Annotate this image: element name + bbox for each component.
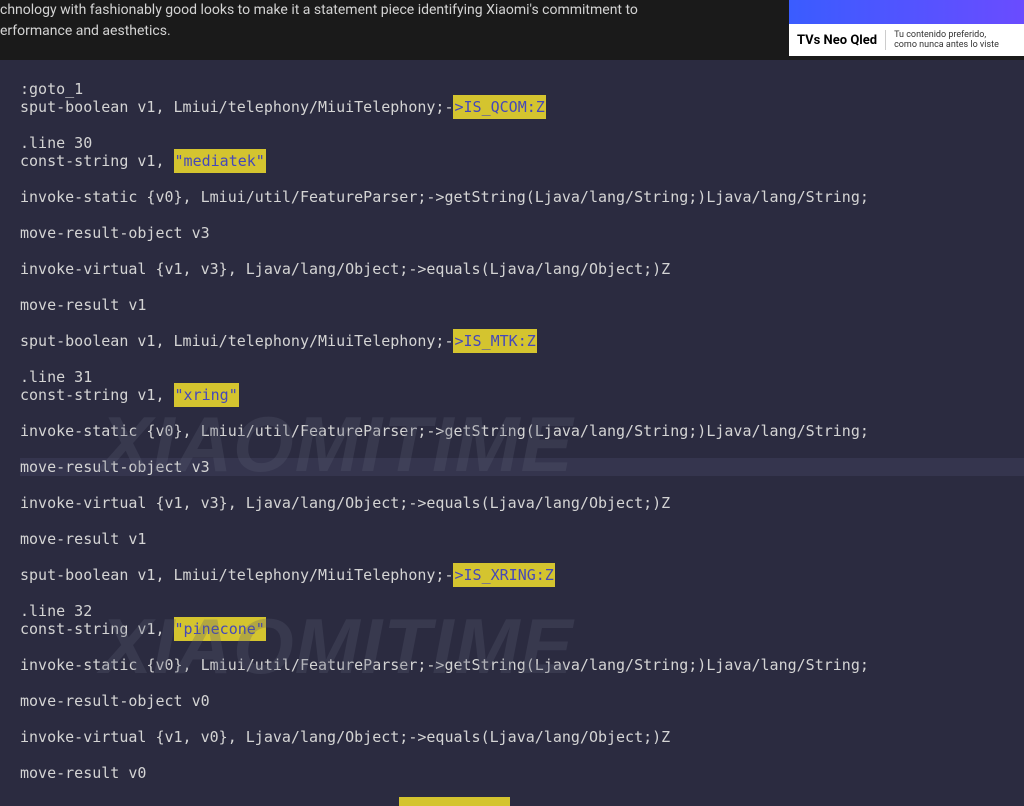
- code-line: const-string v1, "pinecone": [20, 620, 1024, 638]
- code-line: sput-boolean v1, Lmiui/telephony/MiuiTel…: [20, 332, 1024, 350]
- highlighted-token: [399, 797, 509, 806]
- highlighted-token: "pinecone": [174, 617, 266, 641]
- code-line: move-result-object v0: [20, 692, 1024, 710]
- code-line: .line 30: [20, 134, 1024, 152]
- code-line: [20, 800, 1024, 806]
- ad-title: TVs Neo Qled: [797, 33, 877, 48]
- code-line: move-result v1: [20, 296, 1024, 314]
- code-line: move-result-object v3: [20, 224, 1024, 242]
- ad-banner[interactable]: TVs Neo Qled Tu contenido preferido, com…: [789, 0, 1024, 56]
- code-line: invoke-virtual {v1, v3}, Ljava/lang/Obje…: [20, 260, 1024, 278]
- code-line: move-result v0: [20, 764, 1024, 782]
- code-line: invoke-virtual {v1, v0}, Ljava/lang/Obje…: [20, 728, 1024, 746]
- code-line: [20, 476, 1024, 494]
- code-line: move-result v1: [20, 530, 1024, 548]
- code-line: invoke-static {v0}, Lmiui/util/FeaturePa…: [20, 656, 1024, 674]
- code-line: [20, 746, 1024, 764]
- article-line-1: chnology with fashionably good looks to …: [0, 2, 638, 18]
- highlighted-token: >IS_XRING:Z: [453, 563, 554, 587]
- highlighted-token: >IS_QCOM:Z: [453, 95, 545, 119]
- code-line: const-string v1, "mediatek": [20, 152, 1024, 170]
- code-line: [20, 710, 1024, 728]
- code-line: [20, 674, 1024, 692]
- code-line: [20, 170, 1024, 188]
- code-viewer[interactable]: XIAOMITIME XIAOMITIME :goto_1sput-boolea…: [0, 60, 1024, 806]
- ad-subtitle: Tu contenido preferido, como nunca antes…: [885, 30, 999, 51]
- code-line: invoke-static {v0}, Lmiui/util/FeaturePa…: [20, 422, 1024, 440]
- code-line: [20, 782, 1024, 800]
- code-line: [20, 512, 1024, 530]
- article-line-2: erformance and aesthetics.: [0, 23, 171, 39]
- ad-content: TVs Neo Qled Tu contenido preferido, com…: [789, 24, 1024, 56]
- code-lines: :goto_1sput-boolean v1, Lmiui/telephony/…: [20, 80, 1024, 806]
- code-line: [20, 278, 1024, 296]
- code-line: [20, 242, 1024, 260]
- highlighted-token: >IS_MTK:Z: [453, 329, 536, 353]
- ad-gradient: [789, 0, 1024, 24]
- code-line: [20, 206, 1024, 224]
- highlighted-token: "mediatek": [174, 149, 266, 173]
- code-line: .line 31: [20, 368, 1024, 386]
- code-line: [20, 440, 1024, 458]
- code-line: invoke-virtual {v1, v3}, Ljava/lang/Obje…: [20, 494, 1024, 512]
- code-line: .line 32: [20, 602, 1024, 620]
- code-line: [20, 638, 1024, 656]
- top-bar: chnology with fashionably good looks to …: [0, 0, 1024, 60]
- code-line: sput-boolean v1, Lmiui/telephony/MiuiTel…: [20, 566, 1024, 584]
- code-line: invoke-static {v0}, Lmiui/util/FeaturePa…: [20, 188, 1024, 206]
- highlighted-token: "xring": [174, 383, 239, 407]
- article-snippet: chnology with fashionably good looks to …: [0, 0, 789, 60]
- code-line: [20, 404, 1024, 422]
- code-line: sput-boolean v1, Lmiui/telephony/MiuiTel…: [20, 98, 1024, 116]
- code-line: move-result-object v3: [20, 458, 1024, 476]
- code-line: const-string v1, "xring": [20, 386, 1024, 404]
